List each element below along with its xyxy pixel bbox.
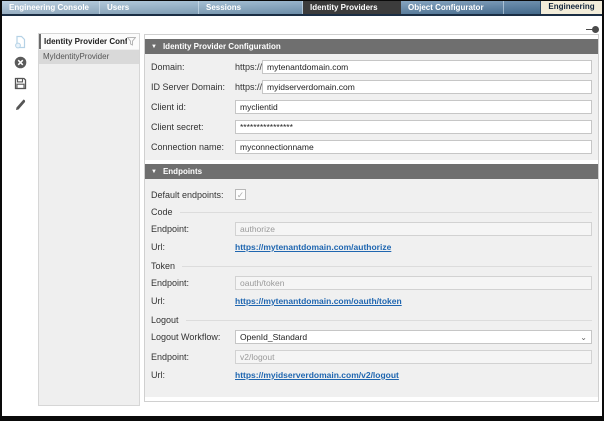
- token-endpoint-label: Endpoint:: [151, 278, 235, 288]
- domain-row: Domain: https://: [151, 60, 592, 74]
- chevron-down-icon: ⌄: [580, 331, 587, 344]
- logout-workflow-label: Logout Workflow:: [151, 332, 235, 342]
- code-url-link[interactable]: https://mytenantdomain.com/authorize: [235, 242, 391, 252]
- domain-input[interactable]: [262, 60, 592, 74]
- filter-icon[interactable]: [127, 33, 136, 51]
- code-url-label: Url:: [151, 242, 235, 252]
- token-endpoint-row: Endpoint:: [151, 276, 592, 290]
- group-divider: [180, 212, 592, 213]
- list-item-my-identity-provider[interactable]: MyIdentityProvider: [39, 50, 139, 64]
- code-endpoint-input: [235, 222, 592, 236]
- logout-url-link[interactable]: https://myidserverdomain.com/v2/logout: [235, 370, 399, 380]
- code-endpoint-label: Endpoint:: [151, 224, 235, 234]
- client-id-label: Client id:: [151, 102, 235, 112]
- new-provider-button[interactable]: [13, 37, 27, 51]
- code-url-row: Url: https://mytenantdomain.com/authoriz…: [151, 242, 592, 252]
- logout-workflow-value: OpenId_Standard: [240, 332, 307, 342]
- logout-url-label: Url:: [151, 370, 235, 380]
- left-toolbar: [2, 16, 38, 416]
- default-endpoints-row: Default endpoints:: [151, 189, 592, 200]
- logout-endpoint-input: [235, 350, 592, 364]
- token-endpoint-input: [235, 276, 592, 290]
- identity-provider-list-panel: Identity Provider Conf MyIdentityProvide…: [38, 33, 140, 406]
- code-group-header: Code: [151, 207, 592, 217]
- delete-icon: [14, 56, 27, 74]
- section-title-endpoints: Endpoints: [163, 167, 202, 176]
- delete-provider-button[interactable]: [13, 58, 27, 72]
- logout-workflow-row: Logout Workflow: OpenId_Standard ⌄: [151, 330, 592, 344]
- collapse-icon: ▼: [151, 169, 157, 175]
- tabbar-spacer: [504, 1, 540, 14]
- engineering-perspective-button[interactable]: Engineering: [540, 1, 602, 14]
- pin-head: [592, 26, 599, 33]
- group-divider: [182, 266, 592, 267]
- group-divider: [186, 320, 592, 321]
- token-url-label: Url:: [151, 296, 235, 306]
- token-url-row: Url: https://mytenantdomain.com/oauth/to…: [151, 296, 592, 306]
- code-endpoint-row: Endpoint:: [151, 222, 592, 236]
- id-server-domain-input[interactable]: [262, 80, 592, 94]
- pin-icon[interactable]: [586, 26, 599, 33]
- domain-label: Domain:: [151, 62, 235, 72]
- edit-pen-icon: [14, 98, 27, 116]
- new-document-icon: [14, 35, 27, 54]
- logout-endpoint-label: Endpoint:: [151, 352, 235, 362]
- id-server-domain-label: ID Server Domain:: [151, 82, 235, 92]
- logout-url-row: Url: https://myidserverdomain.com/v2/log…: [151, 370, 592, 380]
- configuration-section-body: Domain: https:// ID Server Domain: https…: [145, 54, 598, 160]
- code-group-label: Code: [151, 207, 173, 217]
- id-server-https-prefix: https://: [235, 82, 262, 92]
- tab-identity-providers[interactable]: Identity Providers: [303, 1, 401, 14]
- tab-users[interactable]: Users: [100, 1, 199, 14]
- client-secret-label: Client secret:: [151, 122, 235, 132]
- logout-group-label: Logout: [151, 315, 179, 325]
- collapse-icon: ▼: [151, 44, 157, 50]
- tab-sessions[interactable]: Sessions: [199, 1, 303, 14]
- edit-button[interactable]: [13, 100, 27, 114]
- tab-engineering-console[interactable]: Engineering Console: [2, 1, 100, 14]
- default-endpoints-checkbox: [235, 189, 246, 200]
- default-endpoints-label: Default endpoints:: [151, 190, 235, 200]
- logout-group-header: Logout: [151, 315, 592, 325]
- token-group-header: Token: [151, 261, 592, 271]
- connection-name-input[interactable]: [235, 140, 592, 154]
- list-panel-title: Identity Provider Conf: [44, 37, 127, 46]
- app-window: Engineering Console Users Sessions Ident…: [0, 0, 604, 421]
- connection-name-row: Connection name:: [151, 140, 592, 154]
- id-server-domain-row: ID Server Domain: https://: [151, 80, 592, 94]
- section-header-endpoints[interactable]: ▼ Endpoints: [145, 164, 598, 179]
- token-group-label: Token: [151, 261, 175, 271]
- client-secret-input[interactable]: [235, 120, 592, 134]
- logout-workflow-dropdown[interactable]: OpenId_Standard ⌄: [235, 330, 592, 344]
- token-url-link[interactable]: https://mytenantdomain.com/oauth/token: [235, 296, 402, 306]
- app-content: Engineering Console Users Sessions Ident…: [2, 1, 602, 416]
- logout-endpoint-row: Endpoint:: [151, 350, 592, 364]
- section-header-configuration[interactable]: ▼ Identity Provider Configuration: [145, 39, 598, 54]
- save-button[interactable]: [13, 79, 27, 93]
- client-secret-row: Client secret:: [151, 120, 592, 134]
- tab-object-configurator[interactable]: Object Configurator: [401, 1, 504, 14]
- section-title-configuration: Identity Provider Configuration: [163, 42, 281, 51]
- domain-https-prefix: https://: [235, 62, 262, 72]
- client-id-row: Client id:: [151, 100, 592, 114]
- endpoints-section-body: Default endpoints: Code Endpoint: Url: h…: [145, 179, 598, 397]
- top-tab-bar: Engineering Console Users Sessions Ident…: [2, 1, 602, 14]
- client-id-input[interactable]: [235, 100, 592, 114]
- save-icon: [14, 77, 27, 95]
- identity-provider-config-panel: ▼ Identity Provider Configuration Domain…: [144, 34, 599, 402]
- list-panel-header: Identity Provider Conf: [39, 34, 139, 49]
- connection-name-label: Connection name:: [151, 142, 235, 152]
